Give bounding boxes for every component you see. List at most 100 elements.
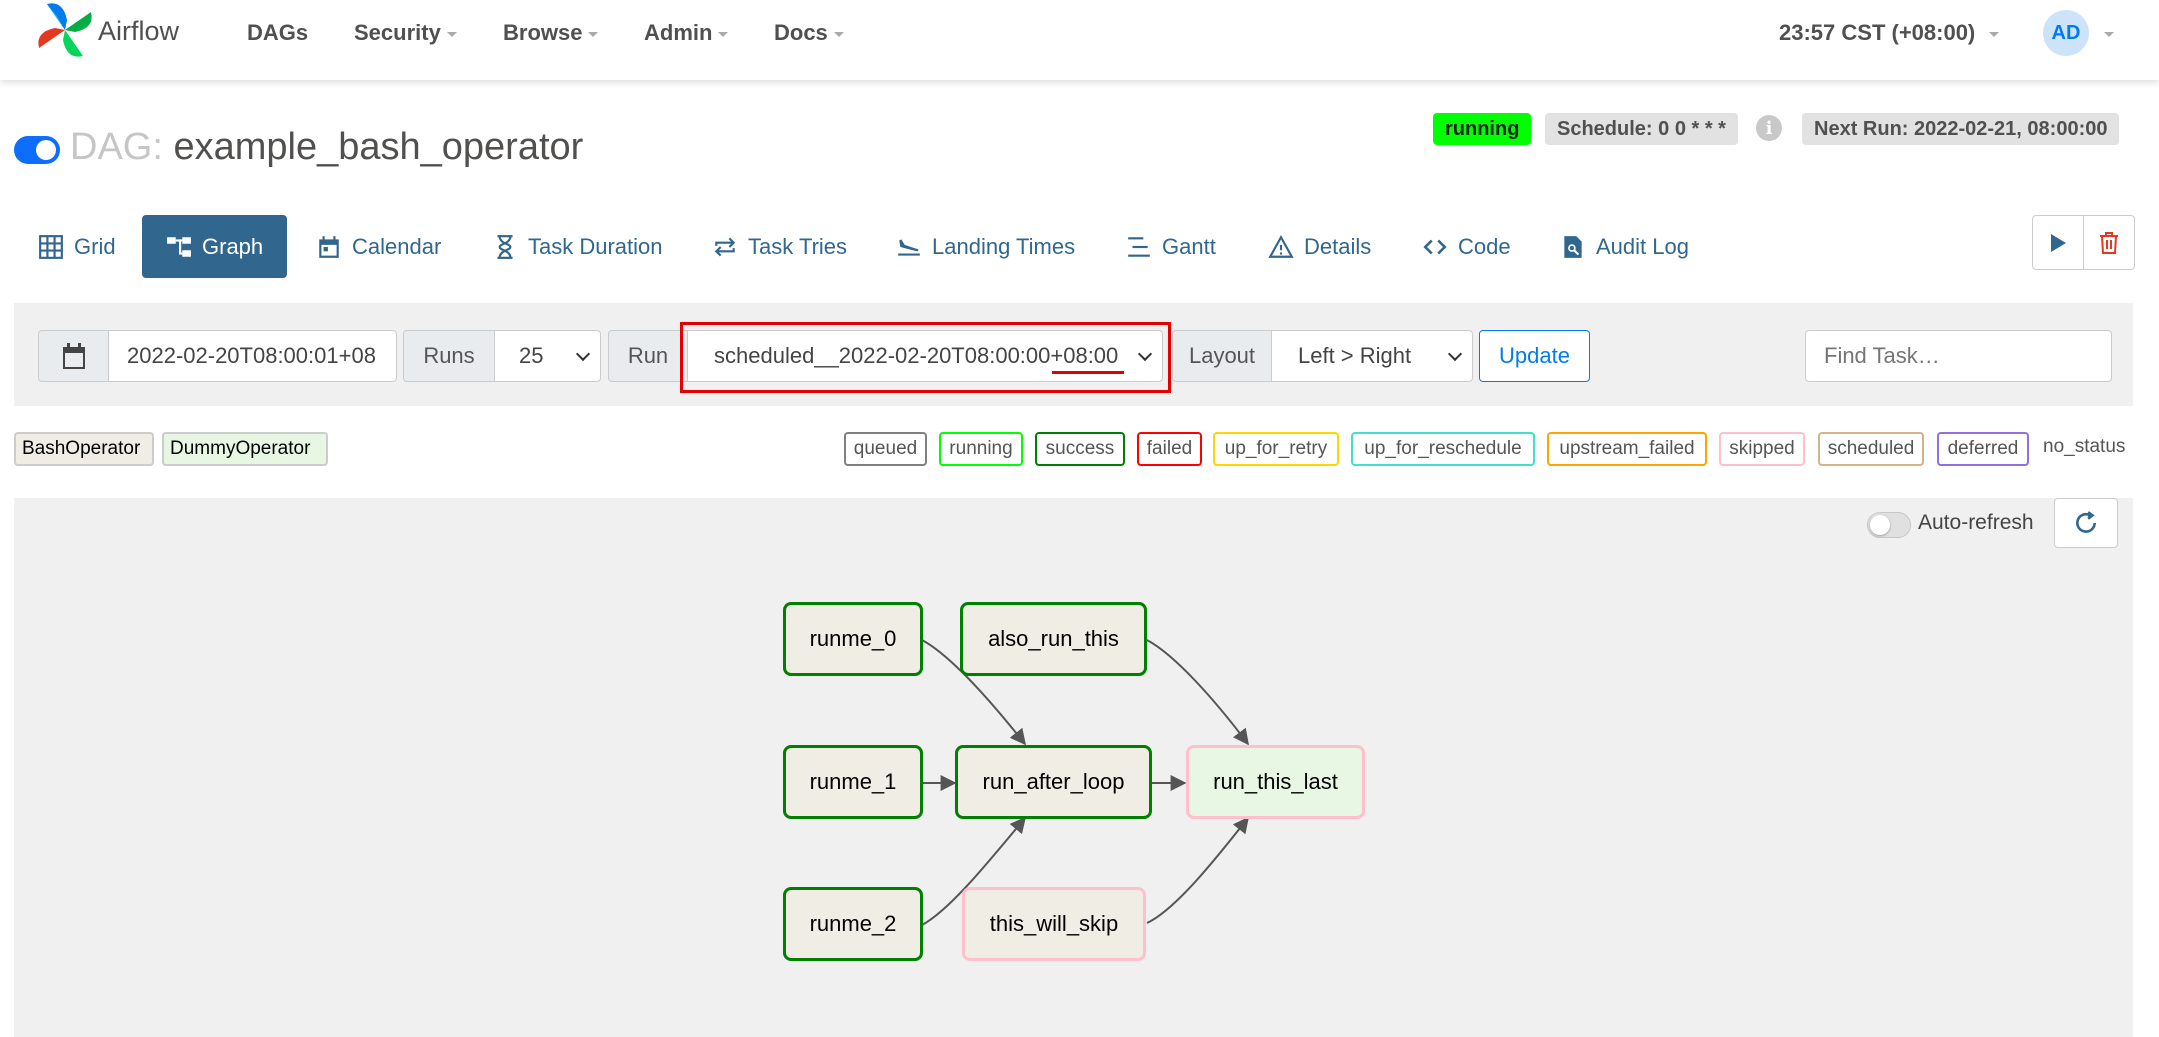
tab-audit-log-label: Audit Log — [1596, 233, 1689, 259]
runs-select-value: 25 — [519, 343, 544, 368]
trash-icon — [2100, 231, 2118, 254]
schedule-badge: Schedule: 0 0 * * * — [1545, 113, 1738, 145]
play-icon — [2051, 233, 2066, 252]
tab-landing-times[interactable]: Landing Times — [896, 215, 1075, 278]
graph-icon — [167, 236, 191, 257]
update-button[interactable]: Update — [1479, 330, 1590, 382]
delete-dag-button[interactable] — [2083, 215, 2135, 270]
tab-details-label: Details — [1304, 233, 1372, 259]
file-search-icon — [1564, 235, 1582, 258]
annotation-highlight-box — [680, 322, 1171, 393]
brand-logo-link[interactable]: Airflow — [34, 0, 179, 60]
dag-name: example_bash_operator — [173, 126, 584, 168]
top-navbar: Airflow DAGs Security Browse Admin Docs … — [0, 0, 2159, 80]
auto-refresh-label: Auto-refresh — [1918, 511, 2034, 534]
next-run-badge: Next Run: 2022-02-21, 08:00:00 — [1802, 113, 2120, 145]
tab-grid-label: Grid — [74, 233, 116, 259]
tab-task-tries-label: Task Tries — [748, 233, 848, 259]
tab-graph[interactable]: Graph — [142, 215, 288, 278]
tab-gantt[interactable]: Gantt — [1126, 215, 1216, 278]
timezone-clock-dropdown[interactable]: 23:57 CST (+08:00) — [1779, 20, 2000, 46]
layout-select-value: Left > Right — [1298, 343, 1412, 368]
tab-audit-log[interactable]: Audit Log — [1560, 215, 1689, 278]
operator-legend-dummy: DummyOperator — [162, 432, 328, 466]
state-legend-skipped: skipped — [1719, 432, 1805, 466]
tab-code-label: Code — [1458, 233, 1511, 259]
runs-label: Runs — [403, 330, 495, 382]
state-legend-no-status: no_status — [2043, 436, 2126, 457]
state-legend-up-for-retry: up_for_retry — [1213, 432, 1339, 466]
tab-calendar-label: Calendar — [352, 233, 442, 259]
operator-legend-bash: BashOperator — [14, 432, 154, 466]
tab-grid[interactable]: Grid — [38, 215, 116, 278]
run-label-text: Run — [627, 343, 669, 368]
dag-state-badge: running — [1433, 113, 1532, 145]
trigger-dag-button[interactable] — [2032, 215, 2084, 270]
annotation-underline — [1052, 371, 1124, 374]
dag-prefix: DAG: — [70, 126, 163, 168]
info-icon[interactable]: i — [1756, 115, 1782, 141]
nav-security-label: Security — [354, 20, 441, 45]
caret-down-icon — [833, 31, 844, 37]
auto-refresh-toggle[interactable] — [1867, 512, 1911, 538]
task-node-runme-1[interactable]: runme_1 — [783, 745, 923, 819]
task-node-this-will-skip[interactable]: this_will_skip — [962, 887, 1146, 961]
nav-docs[interactable]: Docs — [774, 20, 844, 46]
state-legend-upstream-failed: upstream_failed — [1547, 432, 1707, 466]
page-title: DAG: example_bash_operator — [70, 126, 583, 169]
nav-admin[interactable]: Admin — [644, 20, 729, 46]
task-node-also-run-this[interactable]: also_run_this — [960, 602, 1147, 676]
tab-code[interactable]: Code — [1422, 215, 1511, 278]
chevron-down-icon — [575, 346, 591, 362]
refresh-button[interactable] — [2054, 498, 2118, 548]
tab-landing-times-label: Landing Times — [932, 233, 1076, 259]
find-task-input[interactable] — [1805, 330, 2112, 382]
state-legend-success: success — [1035, 432, 1125, 466]
plane-landing-icon — [898, 238, 920, 256]
task-node-runme-2[interactable]: runme_2 — [783, 887, 923, 961]
state-legend-up-for-reschedule: up_for_reschedule — [1351, 432, 1535, 466]
brand-name: Airflow — [98, 16, 180, 46]
tab-gantt-label: Gantt — [1162, 233, 1216, 259]
tab-task-duration-label: Task Duration — [528, 233, 663, 259]
chevron-down-icon — [1447, 346, 1463, 362]
clock-text: 23:57 CST (+08:00) — [1779, 20, 1976, 45]
calendar-icon — [62, 343, 85, 369]
caret-down-icon — [1989, 31, 2000, 37]
tab-task-duration[interactable]: Task Duration — [492, 215, 663, 278]
run-label: Run — [608, 330, 688, 382]
nav-dags[interactable]: DAGs — [247, 20, 308, 46]
task-node-run-this-last[interactable]: run_this_last — [1186, 745, 1365, 819]
state-legend-scheduled: scheduled — [1818, 432, 1924, 466]
warning-triangle-icon — [1268, 234, 1294, 258]
tab-task-tries[interactable]: Task Tries — [712, 215, 847, 278]
caret-down-icon — [718, 31, 729, 37]
runs-select[interactable]: 25 — [494, 330, 601, 382]
base-date-input[interactable]: 2022-02-20T08:00:01+08 — [108, 330, 397, 382]
nav-admin-label: Admin — [644, 20, 713, 45]
nav-browse[interactable]: Browse — [503, 20, 599, 46]
state-legend-deferred: deferred — [1937, 432, 2029, 466]
layout-select[interactable]: Left > Right — [1271, 330, 1473, 382]
task-node-run-after-loop[interactable]: run_after_loop — [955, 745, 1152, 819]
state-legend-queued: queued — [844, 432, 927, 466]
airflow-pinwheel-icon — [38, 3, 92, 57]
date-picker-button[interactable] — [38, 330, 109, 382]
nav-security[interactable]: Security — [354, 20, 457, 46]
nav-dags-label: DAGs — [247, 20, 309, 45]
task-node-runme-0[interactable]: runme_0 — [783, 602, 923, 676]
refresh-icon — [2076, 511, 2096, 533]
hourglass-icon — [497, 234, 513, 259]
dag-pause-toggle[interactable] — [14, 136, 60, 164]
nav-docs-label: Docs — [774, 20, 828, 45]
code-icon — [1423, 239, 1447, 254]
user-avatar[interactable]: AD — [2043, 10, 2089, 56]
state-legend-running: running — [939, 432, 1023, 466]
tab-calendar[interactable]: Calendar — [316, 215, 441, 278]
caret-down-icon — [446, 31, 457, 37]
layout-label: Layout — [1172, 330, 1272, 382]
gantt-icon — [1128, 236, 1150, 257]
calendar-icon — [319, 235, 339, 258]
nav-browse-label: Browse — [503, 20, 583, 45]
tab-details[interactable]: Details — [1268, 215, 1371, 278]
